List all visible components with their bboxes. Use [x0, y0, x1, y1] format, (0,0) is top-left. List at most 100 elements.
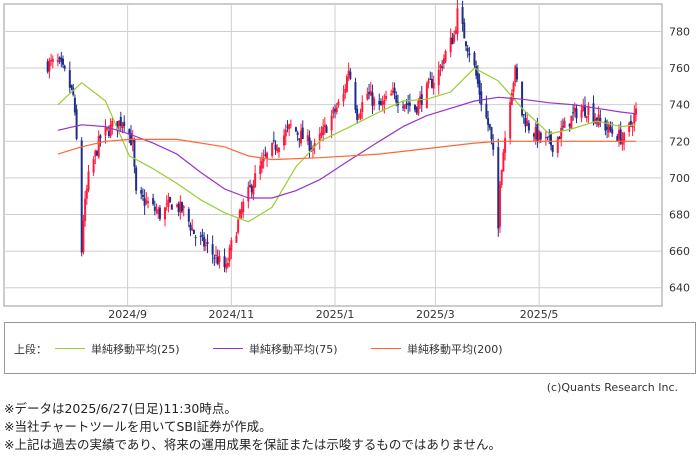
candle-body: [522, 114, 525, 116]
candle-body: [121, 123, 124, 128]
candle-body: [82, 220, 85, 253]
candle-body: [371, 92, 374, 106]
candle: [509, 96, 512, 145]
candle-body: [405, 103, 408, 105]
x-axis-ticks: 2024/9 2024/11 2025/1 2025/3 2025/5: [108, 308, 558, 320]
y-tick-label: 780: [669, 25, 690, 38]
candle-body: [617, 130, 620, 140]
candle-body: [277, 147, 280, 152]
candle-body: [560, 127, 563, 139]
candle-body: [366, 93, 369, 100]
candle-body: [56, 59, 59, 63]
candle-body: [216, 256, 219, 265]
candle-body: [347, 70, 350, 76]
candle-body: [50, 60, 53, 62]
candle-body: [306, 135, 309, 142]
candle-body: [223, 256, 226, 268]
legend-label: 上段：: [14, 343, 47, 356]
candle-body: [73, 97, 76, 113]
x-tick-label: 2024/9: [108, 308, 147, 320]
candle-body: [259, 165, 262, 174]
footnotes: ※データは2025/6/27(日足)11:30時点。 ※当社チャートツールを用い…: [4, 400, 501, 454]
candle-body: [408, 102, 411, 106]
candle-body: [107, 131, 110, 136]
candle-body: [502, 152, 505, 172]
candle-body: [356, 108, 359, 120]
legend: 上段： 単純移動平均(25) 単純移動平均(75) 単純移動平均(200): [4, 322, 696, 374]
candle-body: [539, 132, 542, 140]
candle-body: [427, 80, 430, 84]
y-tick-label: 660: [669, 245, 690, 258]
candle-body: [456, 8, 459, 34]
candle-body: [152, 198, 155, 205]
candle-body: [524, 118, 527, 127]
candle-body: [378, 101, 381, 105]
candle-body: [191, 228, 194, 231]
candle: [80, 137, 83, 257]
candle-body: [633, 113, 636, 124]
candle-body: [430, 79, 433, 88]
legend-text-sma25: 単純移動平均(25): [91, 343, 180, 356]
candle-body: [250, 185, 253, 193]
candle: [570, 115, 573, 130]
candle-body: [337, 101, 340, 106]
candle-body: [442, 58, 445, 65]
legend-item-sma200: 単純移動平均(200): [371, 341, 503, 357]
candle: [345, 74, 348, 93]
candle-body: [379, 100, 382, 106]
price-chart: 640660680700720740760780 2024/9 2024/11 20…: [3, 0, 690, 320]
y-tick-label: 680: [669, 208, 690, 221]
candle-body: [164, 207, 167, 220]
candle-body: [383, 100, 386, 105]
candle-body: [444, 51, 447, 62]
candle-body: [468, 53, 471, 56]
candle-body: [155, 210, 158, 212]
candle-body: [381, 101, 384, 106]
candle: [294, 126, 297, 133]
candle-body: [432, 82, 435, 89]
candle-body: [135, 167, 138, 191]
x-tick-label: 2025/3: [416, 308, 455, 320]
candle-body: [189, 224, 192, 231]
candle: [271, 142, 274, 159]
candle-body: [521, 81, 524, 116]
candle-body: [582, 106, 585, 112]
candle-body: [490, 127, 493, 140]
candle-body: [536, 124, 539, 142]
candle-body: [104, 127, 107, 136]
candle-body: [123, 121, 126, 126]
candle-body: [247, 186, 250, 202]
candle-body: [289, 124, 292, 126]
candle-body: [417, 100, 420, 115]
candle-body: [298, 138, 301, 140]
candle-body: [294, 127, 297, 132]
candle-body: [92, 159, 95, 173]
candle-body: [51, 58, 54, 62]
candle: [354, 77, 357, 114]
candle-body: [99, 135, 102, 139]
candle-body: [573, 107, 576, 112]
footnote-data-timestamp: ※データは2025/6/27(日足)11:30時点。: [4, 401, 237, 416]
candle-body: [385, 95, 388, 99]
legend-text-sma75: 単純移動平均(75): [249, 343, 338, 356]
y-tick-label: 640: [669, 282, 690, 295]
candle-body: [242, 201, 245, 212]
plot-area: [3, 3, 663, 307]
candle-body: [439, 65, 442, 69]
candle-body: [606, 127, 609, 130]
candle-body: [301, 127, 304, 140]
candle-body: [509, 102, 512, 139]
y-axis-ticks: 640 660 680 700 720 740 760 780: [669, 25, 690, 294]
candle-body: [391, 90, 394, 93]
candle-body: [611, 129, 614, 134]
candle-body: [181, 202, 184, 212]
candle-body: [249, 185, 252, 187]
candle-body: [345, 76, 348, 92]
candle-body: [415, 107, 418, 113]
candle-body: [235, 235, 238, 243]
candle-body: [271, 142, 274, 156]
candle-body: [527, 123, 530, 131]
candle-body: [616, 136, 619, 141]
candle-body: [230, 240, 233, 251]
candle-body: [226, 262, 229, 267]
